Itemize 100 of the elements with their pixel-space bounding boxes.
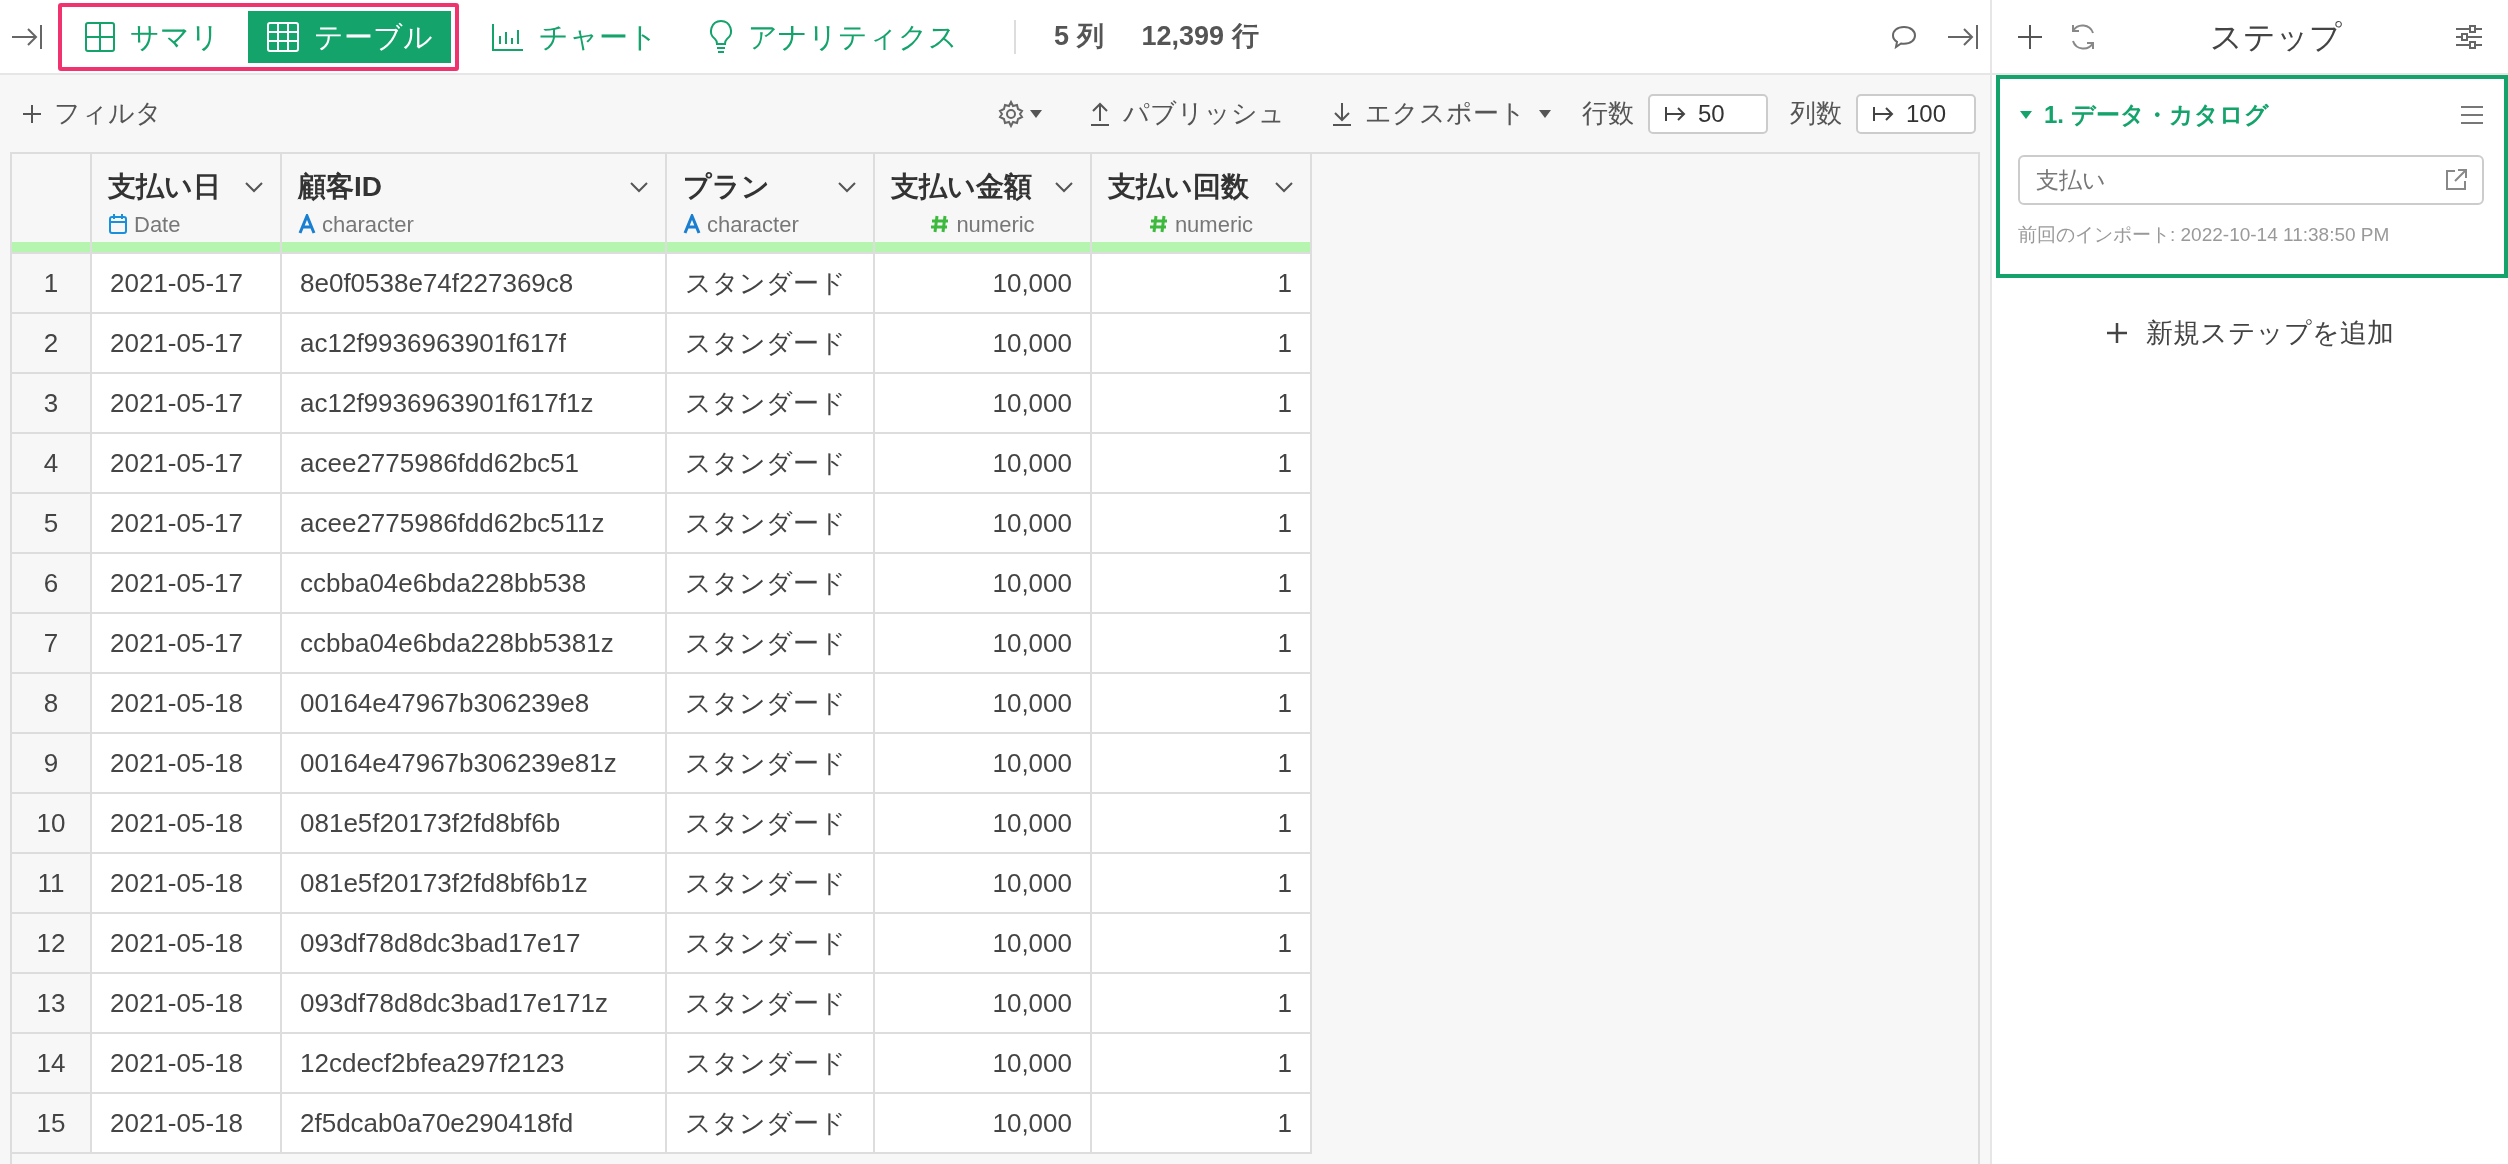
table-cell: スタンダード <box>667 614 875 674</box>
table-cell: 1 <box>1092 1034 1312 1094</box>
table-cell: 2021-05-18 <box>92 1034 282 1094</box>
chevron-down-icon[interactable] <box>244 180 264 193</box>
table-cell: 2021-05-17 <box>92 434 282 494</box>
table-cell: ac12f9936963901f617f1z <box>282 374 667 434</box>
column-header[interactable]: 支払い金額 numeric <box>875 154 1092 254</box>
row-number: 4 <box>12 434 92 494</box>
table-cell: 2021-05-17 <box>92 494 282 554</box>
row-count: 12,399 行 <box>1141 20 1259 54</box>
settings-icon <box>997 99 1025 128</box>
chevron-down-icon[interactable] <box>1274 180 1294 193</box>
table-cell: 10,000 <box>875 254 1092 314</box>
publish-button[interactable]: パブリッシュ <box>1081 94 1293 133</box>
upload-icon <box>1089 100 1111 127</box>
limit-input[interactable]: 50 <box>1698 95 1758 132</box>
external-link-icon[interactable] <box>2444 168 2468 192</box>
row-number: 14 <box>12 1034 92 1094</box>
table-cell: 2021-05-18 <box>92 1094 282 1154</box>
panel-title: ステップ <box>2209 17 2343 57</box>
column-header[interactable]: 支払い日 Date <box>92 154 282 254</box>
source-field[interactable]: 支払い <box>2018 155 2484 205</box>
row-number: 7 <box>12 614 92 674</box>
column-header[interactable]: プラン character <box>667 154 875 254</box>
table-cell: 1 <box>1092 674 1312 734</box>
table-cell: スタンダード <box>667 914 875 974</box>
table-cell: 1 <box>1092 794 1312 854</box>
step-card[interactable]: 1. データ・カタログ 支払い 前回のインポート: 2022-10-14 11:38:50 PM <box>1996 75 2508 278</box>
table-cell: スタンダード <box>667 1034 875 1094</box>
table-cell: 2021-05-17 <box>92 614 282 674</box>
table-cell: 00164e47967b306239e81z <box>282 734 667 794</box>
table-cell: 2021-05-18 <box>92 674 282 734</box>
comment-icon[interactable] <box>1890 23 1918 50</box>
limit-label: 行数 <box>1582 97 1634 130</box>
column-name: 支払い日 <box>108 169 221 204</box>
row-number: 5 <box>12 494 92 554</box>
column-name: 支払い回数 <box>1108 169 1249 204</box>
plus-icon[interactable] <box>2016 22 2044 51</box>
table-cell: ac12f9936963901f617f <box>282 314 667 374</box>
table-cell: 1 <box>1092 254 1312 314</box>
table-cell: 12cdecf2bfea297f2123 <box>282 1034 667 1094</box>
filter-button[interactable]: フィルタ <box>14 94 170 133</box>
table-cell: 00164e47967b306239e8 <box>282 674 667 734</box>
table-cell: 2021-05-17 <box>92 374 282 434</box>
table-cell: スタンダード <box>667 974 875 1034</box>
row-number: 10 <box>12 794 92 854</box>
last-import-text: 前回のインポート: 2022-10-14 11:38:50 PM <box>2018 223 2391 247</box>
row-number: 12 <box>12 914 92 974</box>
calendar-icon <box>108 213 128 235</box>
limit-input[interactable]: 100 <box>1906 95 1966 132</box>
add-step-button[interactable]: 新規ステップを追加 <box>2100 311 2400 354</box>
table-cell: ccbba04e6bda228bb5381z <box>282 614 667 674</box>
table-cell: 2021-05-18 <box>92 734 282 794</box>
source-input[interactable]: 支払い <box>2034 161 2444 199</box>
lightbulb-icon <box>708 18 734 55</box>
table-cell: 1 <box>1092 914 1312 974</box>
table-cell: 2021-05-17 <box>92 314 282 374</box>
chevron-down-icon[interactable] <box>629 180 649 193</box>
sliders-icon[interactable] <box>2454 23 2484 50</box>
table-cell: スタンダード <box>667 1094 875 1154</box>
table-cell: 10,000 <box>875 374 1092 434</box>
table-cell: acee2775986fdd62bc511z <box>282 494 667 554</box>
table-cell: 093df78d8dc3bad17e171z <box>282 974 667 1034</box>
chevron-down-icon[interactable] <box>1054 180 1074 193</box>
table-cell: 1 <box>1092 854 1312 914</box>
table-cell: 1 <box>1092 374 1312 434</box>
plus-icon <box>22 103 42 124</box>
table-cell: 081e5f20173f2fd8bf6b1z <box>282 854 667 914</box>
table-cell: 1 <box>1092 434 1312 494</box>
table-cell: 10,000 <box>875 554 1092 614</box>
row-number: 15 <box>12 1094 92 1154</box>
row-number: 3 <box>12 374 92 434</box>
download-icon <box>1331 100 1353 127</box>
caret-icon <box>1538 108 1552 119</box>
hash-icon <box>930 214 951 234</box>
table-cell: 1 <box>1092 734 1312 794</box>
table-cell: 2f5dcab0a70e290418fd <box>282 1094 667 1154</box>
limit-field[interactable]: 50 <box>1648 93 1768 134</box>
table-cell: acee2775986fdd62bc51 <box>282 434 667 494</box>
hash-icon <box>1148 214 1169 234</box>
row-number: 9 <box>12 734 92 794</box>
export-button[interactable]: エクスポート <box>1323 94 1560 133</box>
table-cell: 10,000 <box>875 434 1092 494</box>
table-cell: 2021-05-18 <box>92 854 282 914</box>
row-number: 2 <box>12 314 92 374</box>
table-cell: 10,000 <box>875 1034 1092 1094</box>
table-cell: スタンダード <box>667 734 875 794</box>
column-header[interactable]: 支払い回数 numeric <box>1092 154 1312 254</box>
column-header[interactable]: 顧客ID character <box>282 154 667 254</box>
row-number: 6 <box>12 554 92 614</box>
letter-a-icon <box>298 214 316 234</box>
limit-field[interactable]: 100 <box>1856 93 1976 134</box>
step-title: 1. データ・カタログ <box>2044 100 2270 130</box>
table-cell: 10,000 <box>875 914 1092 974</box>
menu-icon[interactable] <box>2460 105 2484 125</box>
table-cell: スタンダード <box>667 494 875 554</box>
table-cell: 10,000 <box>875 974 1092 1034</box>
table-cell: 10,000 <box>875 854 1092 914</box>
chevron-down-icon[interactable] <box>837 180 857 193</box>
column-type: numeric <box>956 210 1035 239</box>
